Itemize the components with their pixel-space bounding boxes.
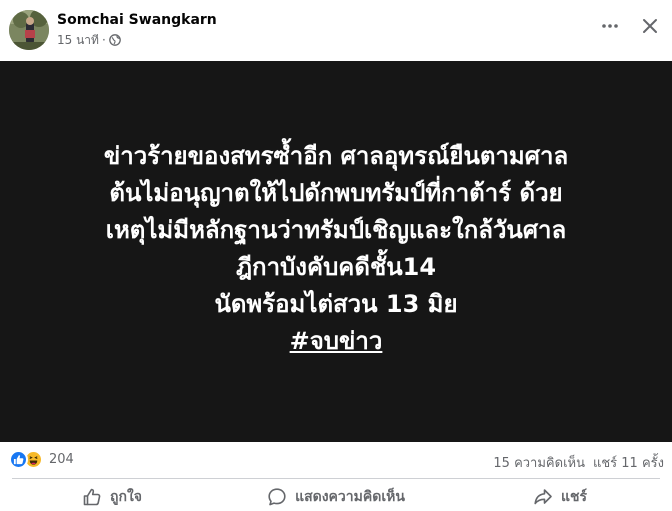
comment-label: แสดงความคิดเห็น xyxy=(295,488,405,505)
post-time[interactable]: 15 นาที xyxy=(57,32,99,48)
hashtag-link[interactable]: #จบข่าว xyxy=(290,323,383,360)
author-name[interactable]: Somchai Swangkarn xyxy=(57,11,217,29)
post-text-line: ต้นไม่อนุญาตให้ไปดักพบทรัมป์ที่กาต้าร์ ด… xyxy=(109,178,563,207)
close-icon xyxy=(643,19,657,33)
post-text-line: เหตุไม่มีหลักฐานว่าทรัมป์เชิญและใกล้วันศ… xyxy=(105,215,567,244)
thumbs-up-icon xyxy=(83,488,101,505)
close-button[interactable] xyxy=(640,16,660,36)
reactions-summary[interactable]: 204 xyxy=(9,450,74,469)
comment-count[interactable]: 15 ความคิดเห็น xyxy=(493,452,585,473)
author-avatar[interactable] xyxy=(9,10,49,50)
like-label: ถูกใจ xyxy=(110,488,142,505)
avatar-photo xyxy=(9,10,49,50)
post-text-line: นัดพร้อมไต่สวน 13 มิย xyxy=(214,289,458,318)
reaction-count: 204 xyxy=(49,452,74,467)
post-actions: ถูกใจ แสดงความคิดเห็น แชร์ xyxy=(0,482,672,511)
share-button[interactable]: แชร์ xyxy=(448,482,672,511)
like-button[interactable]: ถูกใจ xyxy=(0,482,224,511)
share-label: แชร์ xyxy=(560,488,588,505)
comment-button[interactable]: แสดงความคิดเห็น xyxy=(224,482,448,511)
engagement-counts: 15 ความคิดเห็น แชร์ 11 ครั้ง xyxy=(493,452,664,473)
post-text-line: ข่าวร้ายของสทรซ้ำอีก ศาลอุทรณ์ยืนตามศาล xyxy=(103,141,569,170)
header-actions xyxy=(600,16,660,36)
divider xyxy=(12,478,660,479)
post-meta: 15 นาที · xyxy=(57,32,121,48)
globe-icon[interactable] xyxy=(108,34,121,46)
like-icon xyxy=(9,450,28,469)
more-options-button[interactable] xyxy=(600,16,620,36)
meta-separator: · xyxy=(101,33,106,47)
post-text-line: ฎีกาบังคับคดีชั้น14 xyxy=(235,252,437,281)
post-header: Somchai Swangkarn 15 นาที · xyxy=(0,0,672,60)
post-text-card[interactable]: ข่าวร้ายของสทรซ้ำอีก ศาลอุทรณ์ยืนตามศาล … xyxy=(0,61,672,442)
post-text: ข่าวร้ายของสทรซ้ำอีก ศาลอุทรณ์ยืนตามศาล … xyxy=(16,138,656,360)
share-count[interactable]: แชร์ 11 ครั้ง xyxy=(593,452,664,473)
post-stats: 204 15 ความคิดเห็น แชร์ 11 ครั้ง xyxy=(0,448,672,474)
ellipsis-icon xyxy=(602,24,618,28)
comment-icon xyxy=(268,487,286,505)
share-icon xyxy=(534,488,552,504)
